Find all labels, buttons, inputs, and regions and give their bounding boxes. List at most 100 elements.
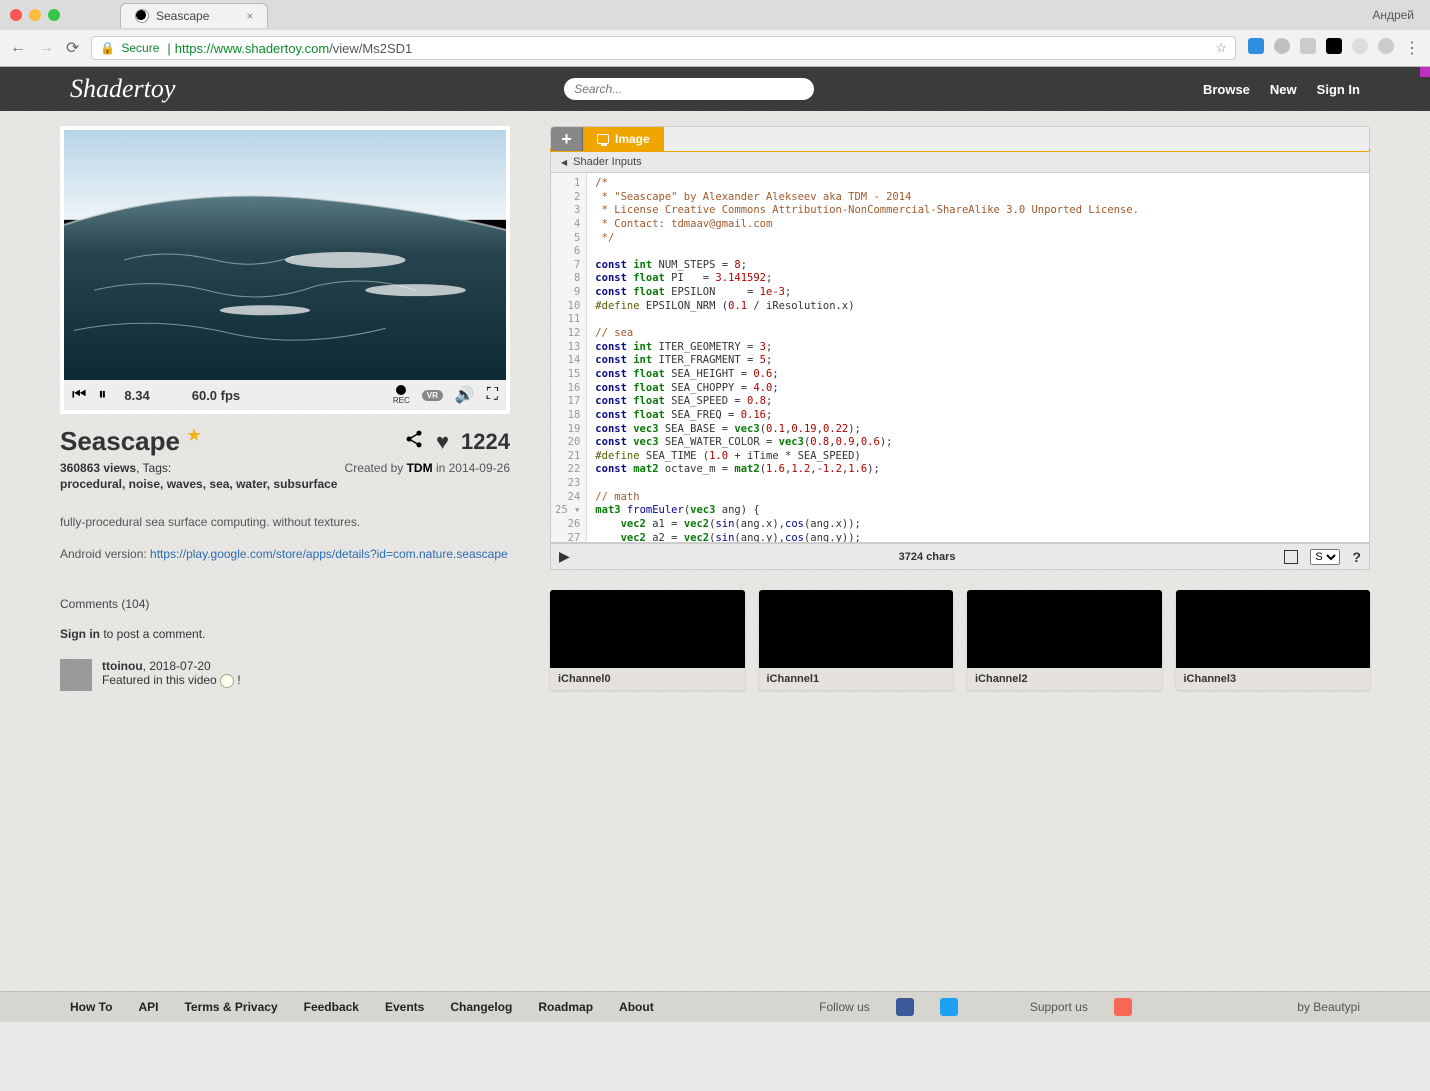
author-link[interactable]: TDM (407, 461, 433, 475)
extension-icon[interactable] (1248, 38, 1264, 54)
browser-menu-icon[interactable]: ⋮ (1404, 38, 1420, 58)
tab-image[interactable]: Image (583, 127, 664, 151)
browser-chrome: Seascape × Андрей ← → ⟳ 🔒 Secure | https… (0, 0, 1430, 67)
avatar[interactable] (60, 659, 92, 691)
footer-link[interactable]: How To (70, 1000, 112, 1014)
extension-icon[interactable] (1352, 38, 1368, 54)
comments-header: Comments (104) (60, 597, 510, 611)
close-window-icon[interactable] (10, 9, 22, 21)
size-select[interactable]: S (1310, 549, 1340, 565)
favorite-star-icon[interactable]: ★ (186, 425, 202, 446)
compile-button[interactable]: ▶ (559, 548, 570, 565)
monitor-icon (597, 134, 609, 144)
channel-0[interactable]: iChannel0 (550, 590, 745, 690)
nav-new[interactable]: New (1270, 82, 1297, 97)
left-column: ⏮ ⏸ 8.34 60.0 fps REC VR 🔊 ⛶ Seascape ★ … (60, 126, 510, 991)
twitter-icon[interactable] (940, 998, 958, 1016)
volume-button[interactable]: 🔊 (455, 385, 475, 405)
channel-2[interactable]: iChannel2 (967, 590, 1162, 690)
minimize-window-icon[interactable] (29, 9, 41, 21)
extension-icons: ⋮ (1248, 38, 1420, 58)
footer-link[interactable]: About (619, 1000, 654, 1014)
extension-icon[interactable] (1300, 38, 1316, 54)
comment: ttoinou, 2018-07-20 Featured in this vid… (60, 659, 510, 691)
forward-button[interactable]: → (38, 39, 54, 57)
patreon-icon[interactable] (1114, 998, 1132, 1016)
support-label: Support us (1030, 1000, 1088, 1014)
maximize-window-icon[interactable] (48, 9, 60, 21)
title-row: Seascape ★ ♥ 1224 (60, 426, 510, 457)
extension-icon[interactable] (1326, 38, 1342, 54)
header-nav: Browse New Sign In (1203, 82, 1360, 97)
comment-header: ttoinou, 2018-07-20 (102, 659, 241, 673)
view-count: 360863 views, Tags: (60, 461, 171, 475)
smiley-icon (220, 674, 234, 688)
reload-button[interactable]: ⟳ (66, 38, 79, 58)
back-button[interactable]: ← (10, 39, 26, 57)
share-icon[interactable] (404, 429, 424, 454)
rewind-button[interactable]: ⏮ (72, 386, 86, 404)
site-logo[interactable]: Shadertoy (70, 74, 175, 104)
vr-button[interactable]: VR (422, 390, 443, 401)
channel-1[interactable]: iChannel1 (759, 590, 954, 690)
help-button[interactable]: ? (1352, 549, 1361, 565)
browser-toolbar: ← → ⟳ 🔒 Secure | https://www.shadertoy.c… (0, 30, 1430, 66)
code-body[interactable]: /* * "Seascape" by Alexander Alekseev ak… (587, 173, 1369, 542)
char-count: 3724 chars (899, 551, 956, 563)
record-button[interactable]: REC (393, 385, 410, 405)
add-tab-button[interactable]: + (551, 127, 583, 151)
editor-fullscreen-icon[interactable] (1284, 550, 1298, 564)
footer-link[interactable]: Roadmap (538, 1000, 593, 1014)
footer-link[interactable]: API (138, 1000, 158, 1014)
address-bar[interactable]: 🔒 Secure | https://www.shadertoy.com/vie… (91, 36, 1236, 60)
editor-tabs: + Image (550, 126, 1370, 152)
android-link[interactable]: https://play.google.com/store/apps/detai… (150, 547, 508, 561)
search-input[interactable] (564, 78, 814, 100)
tags: procedural, noise, waves, sea, water, su… (60, 477, 510, 491)
code-editor[interactable]: 1 2 3 4 5 6 7 8 9 10 11 12 13 14 15 16 1… (550, 173, 1370, 543)
pause-button[interactable]: ⏸ (98, 386, 106, 404)
editor-footer: ▶ 3724 chars S ? (550, 543, 1370, 570)
shader-inputs-toggle[interactable]: ◀Shader Inputs (550, 152, 1370, 173)
like-heart-icon[interactable]: ♥ (436, 429, 449, 455)
comment-user[interactable]: ttoinou (102, 659, 143, 673)
facebook-icon[interactable] (896, 998, 914, 1016)
site-header: Shadertoy Browse New Sign In (0, 67, 1430, 111)
search-box (564, 78, 814, 100)
right-column: + Image ◀Shader Inputs 1 2 3 4 5 6 7 8 9… (550, 126, 1370, 991)
shader-preview: ⏮ ⏸ 8.34 60.0 fps REC VR 🔊 ⛶ (60, 126, 510, 414)
window-controls[interactable] (10, 9, 60, 21)
browser-tab[interactable]: Seascape × (120, 3, 268, 28)
footer-link[interactable]: Terms & Privacy (184, 1000, 277, 1014)
desc-line: fully-procedural sea surface computing. … (60, 513, 510, 531)
footer-link[interactable]: Changelog (450, 1000, 512, 1014)
created-by: Created by TDM in 2014-09-26 (345, 461, 510, 475)
comment-body: Featured in this video ! (102, 673, 241, 688)
browser-profile[interactable]: Андрей (1372, 8, 1420, 22)
channel-3[interactable]: iChannel3 (1176, 590, 1371, 690)
browser-titlebar: Seascape × Андрей (0, 0, 1430, 30)
secure-label: Secure (121, 41, 159, 55)
nav-signin[interactable]: Sign In (1317, 82, 1360, 97)
preview-controls: ⏮ ⏸ 8.34 60.0 fps REC VR 🔊 ⛶ (64, 380, 506, 410)
footer-link[interactable]: Feedback (304, 1000, 359, 1014)
fullscreen-button[interactable]: ⛶ (487, 386, 498, 404)
page-content: ⏮ ⏸ 8.34 60.0 fps REC VR 🔊 ⛶ Seascape ★ … (0, 111, 1430, 991)
shader-title: Seascape (60, 426, 180, 457)
extension-icon[interactable] (1378, 38, 1394, 54)
nav-browse[interactable]: Browse (1203, 82, 1250, 97)
like-count: 1224 (461, 429, 510, 455)
tab-close-icon[interactable]: × (246, 9, 253, 23)
preview-time: 8.34 (124, 388, 149, 403)
footer-link[interactable]: Events (385, 1000, 424, 1014)
signin-prompt: Sign in to post a comment. (60, 627, 510, 641)
tab-title: Seascape (156, 9, 209, 23)
description: fully-procedural sea surface computing. … (60, 513, 510, 563)
signin-link[interactable]: Sign in (60, 627, 100, 641)
bookmark-star-icon[interactable]: ☆ (1215, 40, 1227, 56)
extension-icon[interactable] (1274, 38, 1290, 54)
line-gutter: 1 2 3 4 5 6 7 8 9 10 11 12 13 14 15 16 1… (551, 173, 587, 542)
preview-canvas[interactable] (64, 130, 506, 380)
url-path: /view/Ms2SD1 (329, 41, 412, 56)
desc-line: Android version: https://play.google.com… (60, 545, 510, 563)
